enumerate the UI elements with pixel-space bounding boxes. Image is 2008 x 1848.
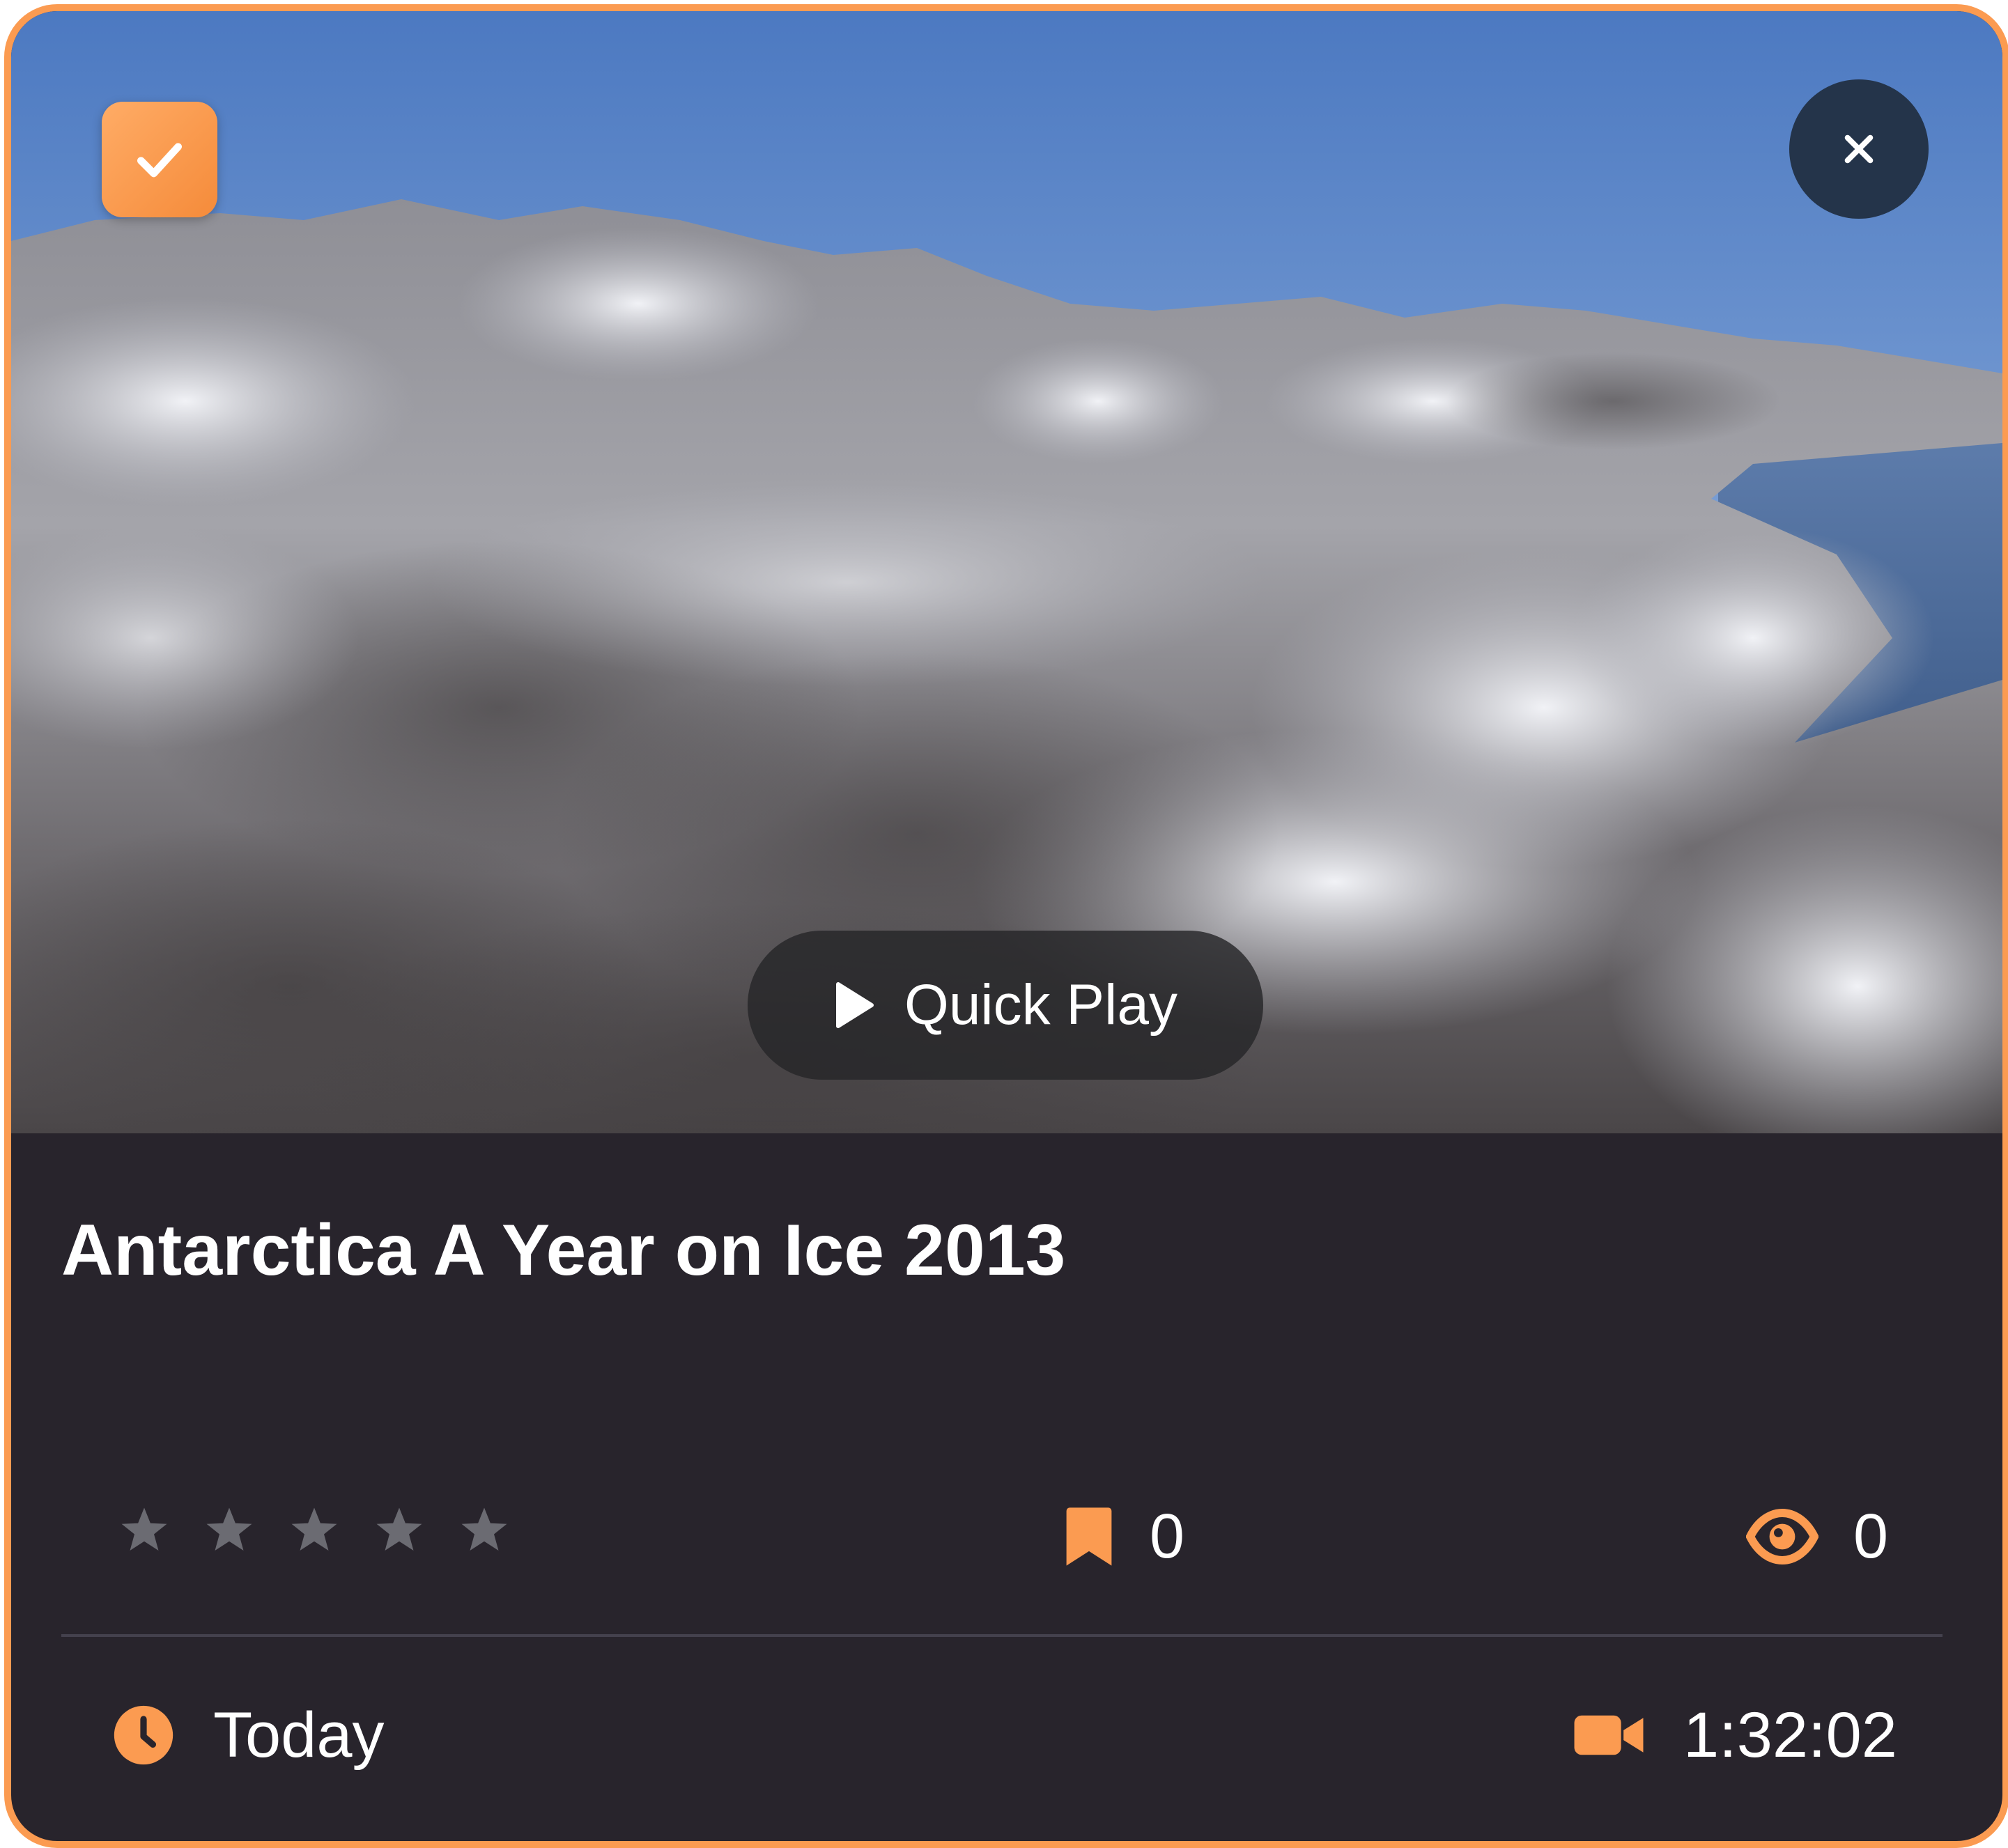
select-checkbox[interactable] <box>102 102 217 217</box>
video-title[interactable]: Antarctica A Year on Ice 2013 <box>61 1209 1065 1292</box>
star-icon[interactable] <box>286 1502 343 1559</box>
duration-label: 1:32:02 <box>1683 1699 1897 1771</box>
bookmarks-count: 0 <box>1150 1501 1185 1571</box>
star-icon[interactable] <box>371 1502 428 1559</box>
eye-icon <box>1746 1509 1818 1564</box>
video-camera-icon <box>1574 1715 1644 1755</box>
clock-icon <box>114 1705 173 1765</box>
play-icon <box>836 982 874 1028</box>
views-stat: 0 <box>1746 1502 1888 1571</box>
quick-play-button[interactable]: Quick Play <box>748 931 1263 1080</box>
star-icon[interactable] <box>201 1502 258 1559</box>
quick-play-label: Quick Play <box>904 973 1177 1036</box>
star-rating[interactable] <box>116 1502 513 1559</box>
checkmark-icon <box>137 143 182 178</box>
close-button[interactable] <box>1789 79 1929 219</box>
bookmarks-stat[interactable]: 0 <box>1063 1502 1184 1571</box>
views-count: 0 <box>1853 1501 1889 1571</box>
date-label: Today <box>213 1699 385 1771</box>
video-card[interactable]: Quick Play Antarctica A Year on Ice 2013… <box>4 4 2008 1848</box>
bookmark-icon <box>1066 1507 1112 1566</box>
video-thumbnail[interactable]: Quick Play <box>11 11 2002 1133</box>
divider <box>61 1634 1943 1637</box>
star-icon[interactable] <box>116 1502 173 1559</box>
close-icon <box>1844 134 1874 164</box>
duration-info: 1:32:02 <box>1572 1697 1897 1773</box>
stats-row: 0 0 <box>11 1488 2002 1599</box>
star-icon[interactable] <box>456 1502 513 1559</box>
date-info: Today <box>111 1697 385 1773</box>
